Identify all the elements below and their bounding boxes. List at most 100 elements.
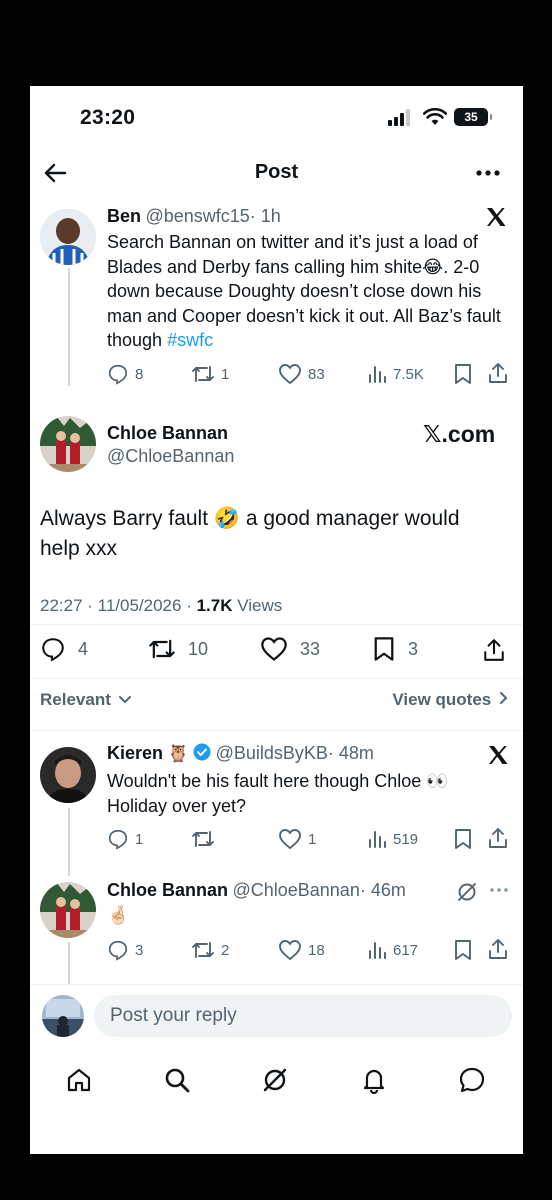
tweet-text: 🤞🏻 — [107, 905, 130, 925]
view-quotes-link[interactable]: View quotes — [392, 690, 509, 710]
repost-icon — [192, 831, 214, 847]
bookmark-icon[interactable] — [453, 828, 473, 850]
my-avatar[interactable] — [42, 995, 84, 1037]
share-icon[interactable] — [487, 938, 509, 960]
views-icon — [369, 366, 386, 383]
avatar[interactable] — [40, 416, 96, 472]
like-count: 1 — [308, 830, 317, 848]
tweet-actions: 8 1 83 7.5K — [107, 361, 511, 387]
like-count: 83 — [308, 365, 325, 383]
author-handle[interactable]: @ChloeBannan — [232, 880, 359, 900]
bookmark-icon — [374, 637, 394, 661]
reply-button[interactable]: 8 — [107, 361, 143, 387]
status-bar: 23:20 35 — [30, 86, 523, 146]
wifi-icon — [423, 108, 447, 125]
views-count: 7.5K — [393, 365, 424, 383]
messages-icon[interactable] — [458, 1066, 486, 1094]
like-count: 33 — [300, 638, 321, 659]
share-icon[interactable] — [487, 827, 509, 849]
reply-input[interactable]: Post your reply — [94, 995, 512, 1037]
hashtag-link[interactable]: #swfc — [167, 330, 213, 350]
author-name[interactable]: Chloe Bannan — [107, 880, 228, 900]
heart-icon — [261, 637, 287, 661]
reply-icon — [108, 940, 128, 961]
like-button[interactable]: 1 — [278, 826, 316, 852]
author-name[interactable]: Chloe Bannan — [107, 423, 228, 444]
search-icon[interactable] — [163, 1066, 191, 1094]
tweet-text: Search Bannan on twitter and it’s just a… — [107, 230, 512, 353]
post-views-label: Views — [232, 596, 283, 615]
reply-button[interactable]: 1 — [107, 826, 143, 852]
views-icon — [369, 831, 386, 848]
reply-button[interactable]: 3 — [107, 937, 143, 963]
author-handle[interactable]: @ChloeBannan — [107, 446, 234, 467]
status-time: 23:20 — [80, 106, 136, 129]
like-button[interactable]: 18 — [278, 937, 325, 963]
post-timestamp: 22:27 · 11/05/2026 · 1.7K Views — [40, 596, 282, 616]
share-icon[interactable] — [482, 638, 506, 662]
chevron-right-icon — [500, 692, 508, 704]
avatar[interactable] — [40, 882, 96, 938]
tweet-actions: 3 2 18 617 — [107, 937, 511, 963]
reply-count: 4 — [78, 638, 89, 659]
battery-icon: 35 — [454, 108, 492, 126]
sort-label: Relevant — [40, 690, 111, 709]
bookmark-icon[interactable] — [453, 363, 473, 385]
tweet-time: · 48m — [327, 743, 374, 763]
post-text: Always Barry fault 🤣 a good manager woul… — [40, 507, 460, 560]
views-count: 617 — [393, 941, 419, 959]
like-button[interactable]: 33 — [260, 636, 320, 662]
tweet-meta: Chloe Bannan @ChloeBannan· 46m — [107, 880, 477, 901]
heart-icon — [279, 940, 301, 961]
divider — [30, 730, 523, 731]
share-icon[interactable] — [487, 362, 509, 384]
grok-icon[interactable] — [456, 881, 478, 903]
avatar[interactable] — [40, 209, 96, 265]
x-com-watermark: 𝕏.com — [423, 421, 496, 447]
repost-count: 10 — [188, 638, 209, 659]
grok-icon[interactable] — [261, 1066, 289, 1094]
views-button[interactable]: 519 — [367, 826, 418, 852]
bookmark-icon[interactable] — [453, 939, 473, 961]
repost-button[interactable]: 1 — [191, 361, 229, 387]
author-name[interactable]: Ben — [107, 206, 141, 226]
tweet-meta: Ben @benswfc15· 1h — [107, 206, 487, 227]
reply-composer: Post your reply — [30, 984, 523, 1056]
bottom-tab-bar — [30, 1056, 523, 1106]
author-handle[interactable]: @benswfc15 — [145, 206, 249, 226]
post-date: 22:27 · 11/05/2026 · — [40, 596, 197, 615]
bookmark-count: 3 — [408, 638, 419, 659]
repost-button[interactable]: 2 — [191, 937, 229, 963]
like-button[interactable]: 83 — [278, 361, 325, 387]
phone-screen: 23:20 35 Post Ben @benswfc15· 1h Search … — [30, 86, 523, 1154]
heart-icon — [279, 829, 301, 850]
chevron-down-icon — [118, 696, 131, 704]
repost-icon — [192, 366, 214, 382]
repost-count: 1 — [221, 365, 230, 383]
tweet-line: Wouldn't be his fault here though Chloe … — [107, 771, 449, 791]
sort-replies-dropdown[interactable]: Relevant — [40, 690, 132, 710]
views-button[interactable]: 7.5K — [367, 361, 424, 387]
more-options-icon[interactable] — [489, 886, 509, 894]
repost-button[interactable] — [191, 826, 221, 852]
author-name[interactable]: Kieren — [107, 743, 163, 763]
thread-line — [68, 942, 70, 984]
owl-emoji: 🦉 — [167, 744, 189, 763]
repost-icon — [192, 942, 214, 958]
tweet-meta: Kieren 🦉 @BuildsByKB· 48m — [107, 743, 487, 764]
thread-line — [68, 808, 70, 876]
views-button[interactable]: 617 — [367, 937, 418, 963]
reply-icon — [108, 829, 128, 850]
views-count: 519 — [393, 830, 419, 848]
repost-button[interactable]: 10 — [148, 636, 208, 662]
more-options-icon[interactable] — [475, 160, 501, 186]
reply-icon — [42, 638, 64, 662]
bookmark-button[interactable]: 3 — [372, 636, 418, 662]
bell-icon[interactable] — [360, 1066, 388, 1094]
x-logo-icon — [489, 746, 508, 764]
author-handle[interactable]: @BuildsByKB — [216, 743, 328, 763]
home-icon[interactable] — [65, 1066, 93, 1094]
reply-button[interactable]: 4 — [40, 636, 88, 662]
tweet-time: · 1h — [249, 206, 281, 226]
avatar[interactable] — [40, 747, 96, 803]
